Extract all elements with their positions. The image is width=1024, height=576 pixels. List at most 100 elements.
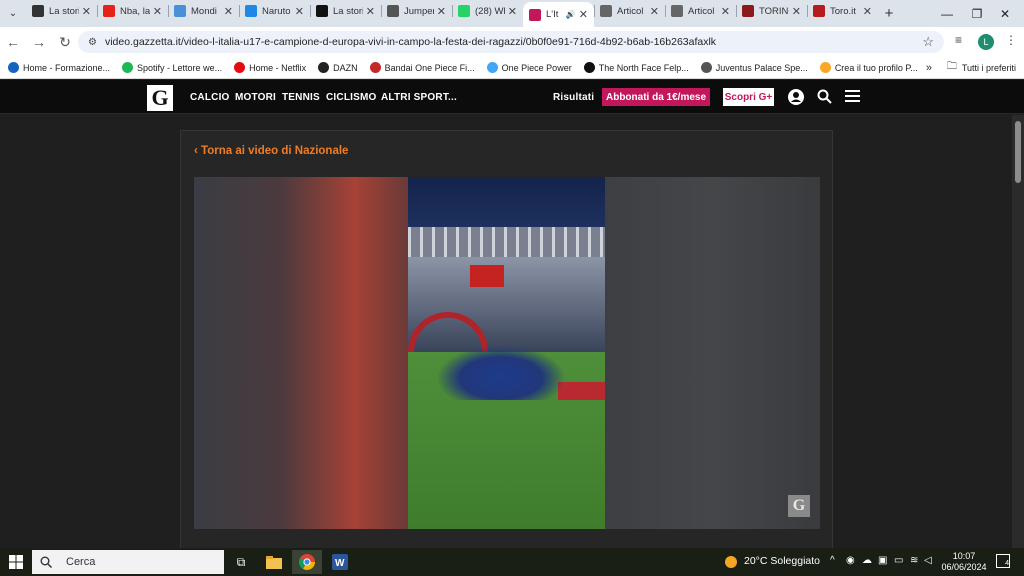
task-view-icon: ⧉ (236, 554, 246, 569)
display-icon[interactable]: ▣ (878, 555, 887, 566)
all-bookmarks-folder[interactable]: 🗀 Tutti i preferiti (947, 59, 1016, 76)
browser-tab[interactable]: La storia✕ (310, 0, 381, 22)
forward-button[interactable]: → (26, 34, 52, 50)
browser-tab[interactable]: Articol ✕ (594, 0, 665, 22)
nav-altri-sport[interactable]: ALTRI SPORT (381, 92, 449, 103)
site-info-icon[interactable]: ⚙ (88, 37, 97, 48)
more-bookmarks-icon[interactable]: » (926, 62, 932, 74)
hamburger-menu-icon[interactable] (845, 90, 860, 103)
tab-close-icon[interactable]: ✕ (153, 5, 162, 18)
new-tab-button[interactable]: + (878, 5, 900, 22)
reload-button[interactable]: ↻ (52, 34, 78, 51)
audio-playing-icon[interactable]: 🔊 (566, 10, 576, 19)
bookmark-label: Crea il tuo profilo P... (834, 62, 918, 73)
tab-close-icon[interactable]: ✕ (508, 5, 517, 18)
nav-more[interactable]: ... (448, 92, 457, 103)
tab-close-icon[interactable]: ✕ (224, 5, 233, 18)
wifi-icon[interactable]: ≋ (910, 555, 918, 566)
clock[interactable]: 10:07 06/06/2024 (936, 551, 992, 573)
bookmark-item[interactable]: DAZN (318, 62, 358, 73)
tab-close-icon[interactable]: ✕ (863, 5, 872, 18)
more-menu-icon[interactable]: ⋮ (1005, 33, 1017, 47)
nav-calcio[interactable]: CALCIO (190, 92, 230, 103)
chrome-taskbar-button[interactable] (292, 550, 322, 574)
profile-avatar[interactable]: L (978, 34, 994, 50)
battery-icon[interactable]: ▭ (894, 555, 903, 566)
tab-close-icon[interactable]: ✕ (721, 5, 730, 18)
reading-list-icon[interactable]: ≡ (955, 33, 962, 47)
gazzetta-logo[interactable]: G (147, 85, 173, 111)
bookmark-item[interactable]: The North Face Felp... (583, 62, 689, 73)
back-button[interactable]: ← (0, 34, 26, 50)
blurred-background-left (194, 177, 408, 529)
bookmark-label: Bandai One Piece Fi... (384, 62, 475, 73)
taskbar-search[interactable]: Cerca (32, 550, 224, 574)
browser-tab[interactable]: Jumper ✕ (381, 0, 452, 22)
cloud-icon[interactable]: ☁ (862, 555, 872, 566)
video-player[interactable]: G (194, 177, 820, 529)
start-button[interactable] (0, 548, 32, 576)
bookmark-star-icon[interactable]: ☆ (922, 34, 934, 50)
browser-tab[interactable]: TORINO✕ (736, 0, 807, 22)
word-taskbar-button[interactable]: W (325, 550, 355, 574)
torino-icon (742, 5, 754, 17)
discover-gplus-button[interactable]: Scopri G+ (723, 88, 774, 106)
bookmark-item[interactable]: Home - Formazione... (8, 62, 110, 73)
scrollbar-thumb[interactable] (1015, 121, 1021, 183)
browser-tab[interactable]: (28) Wh✕ (452, 0, 523, 22)
file-explorer-button[interactable] (259, 550, 289, 574)
bookmark-item[interactable]: Bandai One Piece Fi... (369, 62, 475, 73)
bookmark-item[interactable]: Juventus Palace Spe... (700, 62, 808, 73)
tab-title: Nba, la (120, 5, 150, 17)
task-view-button[interactable]: ⧉ (226, 550, 256, 574)
subscribe-button[interactable]: Abbonati da 1€/mese (602, 88, 710, 106)
tab-close-icon[interactable]: ✕ (366, 5, 375, 18)
meet-now-icon[interactable]: ◉ (846, 555, 855, 566)
notification-center-button[interactable]: 4 (996, 554, 1010, 568)
volume-icon[interactable]: ◁ (924, 555, 932, 566)
video-frame[interactable] (408, 177, 605, 529)
play-icon (174, 5, 186, 17)
wikipedia-icon (387, 5, 399, 17)
gazzetta-watermark: G (788, 495, 810, 517)
page-scrollbar[interactable] (1012, 115, 1024, 548)
bookmark-label: DAZN (333, 62, 358, 73)
tab-close-icon[interactable]: ✕ (792, 5, 801, 18)
user-icon[interactable] (788, 89, 804, 105)
browser-tab[interactable]: Naruto ✕ (239, 0, 310, 22)
nav-tennis[interactable]: TENNIS (282, 92, 320, 103)
browser-tab[interactable]: La storia✕ (26, 0, 97, 22)
back-to-videos-link[interactable]: ‹ Torna ai video di Nazionale (194, 145, 348, 157)
results-link[interactable]: Risultati (553, 92, 594, 103)
spotify-icon (122, 62, 134, 73)
tab-close-icon[interactable]: ✕ (579, 8, 588, 21)
tab-close-icon[interactable]: ✕ (650, 5, 659, 18)
address-bar[interactable]: ⚙ video.gazzetta.it/video-l-italia-u17-e… (78, 31, 944, 53)
weather-text[interactable]: 20°C Soleggiato (744, 555, 820, 567)
browser-tab[interactable]: L'It 🔊 ✕ (523, 2, 594, 27)
tab-search-button[interactable]: ⌄ (0, 3, 26, 25)
restore-icon: ❐ (971, 6, 983, 21)
search-icon[interactable] (817, 89, 832, 104)
tab-close-icon[interactable]: ✕ (295, 5, 304, 18)
browser-tab[interactable]: Nba, la ✕ (97, 0, 168, 22)
chevron-up-icon[interactable]: ^ (830, 555, 835, 566)
nav-motori[interactable]: MOTORI (235, 92, 276, 103)
close-window-button[interactable]: ✕ (986, 0, 1024, 27)
video-card: ‹ Torna ai video di Nazionale G (180, 130, 833, 550)
incognito-icon (32, 5, 44, 17)
formazione-icon (8, 62, 19, 73)
tabs-container: La storia✕Nba, la✕Mondi✕Naruto✕La storia… (26, 0, 878, 27)
nav-ciclismo[interactable]: CICLISMO (326, 92, 377, 103)
tab-close-icon[interactable]: ✕ (82, 5, 91, 18)
tab-close-icon[interactable]: ✕ (437, 5, 446, 18)
bookmark-item[interactable]: Crea il tuo profilo P... (819, 62, 918, 73)
browser-tab[interactable]: Mondi ✕ (168, 0, 239, 22)
bookmark-item[interactable]: Spotify - Lettore we... (122, 62, 222, 73)
bookmark-label: Spotify - Lettore we... (137, 62, 223, 73)
browser-tab[interactable]: Articol ✕ (665, 0, 736, 22)
bookmark-item[interactable]: Home - Netflix (234, 62, 306, 73)
tab-title: La storia (49, 5, 79, 17)
bookmark-item[interactable]: One Piece Power (486, 62, 572, 73)
browser-tab[interactable]: Toro.it ✕ (807, 0, 878, 22)
